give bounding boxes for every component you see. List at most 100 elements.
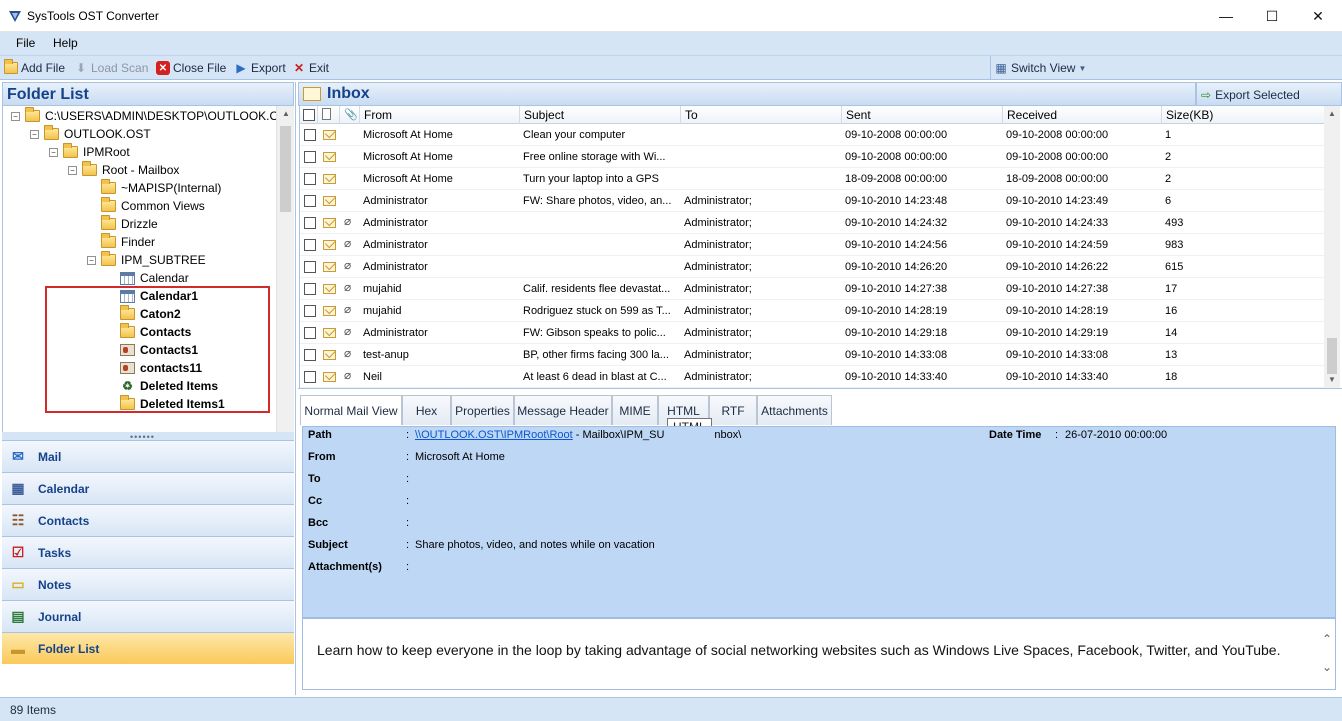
- row-checkbox[interactable]: [304, 173, 316, 185]
- row-checkbox[interactable]: [304, 195, 316, 207]
- message-row[interactable]: ⌀ Administrator Administrator; 09-10-2010 1…: [300, 234, 1325, 256]
- row-checkbox[interactable]: [304, 261, 316, 273]
- row-checkbox[interactable]: [304, 327, 316, 339]
- body-scroll-up-icon[interactable]: ⌃: [1318, 632, 1336, 646]
- select-all-checkbox-col[interactable]: [300, 106, 318, 124]
- tree-node[interactable]: ~MAPISP(Internal): [101, 179, 221, 197]
- tree-scroll-thumb[interactable]: [280, 126, 291, 212]
- exit-button[interactable]: ✕ Exit: [292, 60, 329, 76]
- switch-view-label: Switch View: [1011, 61, 1076, 75]
- maximize-button[interactable]: ☐: [1249, 0, 1295, 32]
- message-row[interactable]: ⌀ Administrator Administrator; 09-10-2010 1…: [300, 256, 1325, 278]
- cell-subject: [520, 234, 681, 256]
- message-row[interactable]: ⌀ Administrator Administrator; 09-10-2010 1…: [300, 212, 1325, 234]
- scroll-up-icon[interactable]: ▲: [277, 106, 295, 122]
- message-row[interactable]: Administrator FW: Share photos, video, an…: [300, 190, 1325, 212]
- pane-splitter[interactable]: ••••••: [2, 432, 294, 442]
- nav-mail[interactable]: ✉ Mail: [2, 440, 294, 472]
- row-checkbox[interactable]: [304, 151, 316, 163]
- item-type-icon-col[interactable]: [318, 106, 340, 124]
- tree-node[interactable]: Common Views: [101, 197, 205, 215]
- grid-scroll-up-icon[interactable]: ▲: [1324, 106, 1340, 122]
- menu-help[interactable]: Help: [53, 36, 78, 50]
- tree-node[interactable]: Contacts1: [120, 341, 198, 359]
- tab-properties[interactable]: Properties: [451, 395, 514, 425]
- message-row[interactable]: ⌀ Neil At least 6 dead in blast at C... Adm…: [300, 366, 1325, 388]
- tab-rtf[interactable]: RTF: [709, 395, 757, 425]
- path-link[interactable]: \\OUTLOOK.OST\IPMRoot\Root: [415, 429, 573, 441]
- tab-attachments[interactable]: Attachments: [757, 395, 832, 425]
- close-file-button[interactable]: ✕ Close File: [156, 60, 226, 76]
- row-checkbox[interactable]: [304, 371, 316, 383]
- tree-node[interactable]: Drizzle: [101, 215, 158, 233]
- paperclip-icon: ⌀: [344, 214, 352, 228]
- tree-node[interactable]: − OUTLOOK.OST: [30, 125, 151, 143]
- col-size[interactable]: Size(KB): [1162, 106, 1325, 124]
- export-button[interactable]: ▶ Export: [234, 60, 285, 76]
- collapse-toggle-icon[interactable]: −: [49, 147, 58, 157]
- tree-node[interactable]: ♻ Deleted Items: [120, 377, 218, 395]
- collapse-toggle-icon[interactable]: −: [68, 165, 77, 175]
- minimize-button[interactable]: —: [1203, 0, 1249, 32]
- menu-file[interactable]: File: [16, 36, 35, 50]
- message-row[interactable]: ⌀ test-anup BP, other firms facing 300 la.…: [300, 344, 1325, 366]
- nav-folder-list[interactable]: ▬ Folder List: [2, 632, 294, 664]
- switch-view-button[interactable]: ▦ Switch View ▼: [994, 60, 1086, 76]
- message-row[interactable]: ⌀ Administrator FW: Gibson speaks to polic…: [300, 322, 1325, 344]
- paperclip-icon: ⌀: [344, 324, 352, 338]
- body-scrollbar[interactable]: ⌃ ⌄: [1318, 632, 1336, 678]
- tree-node[interactable]: Calendar: [120, 269, 189, 287]
- tree-node[interactable]: − IPM_SUBTREE: [87, 251, 206, 269]
- envelope-icon: [323, 130, 336, 140]
- add-file-button[interactable]: Add File: [4, 59, 65, 76]
- nav-notes[interactable]: ▭ Notes: [2, 568, 294, 600]
- tree-node[interactable]: Contacts: [120, 323, 191, 341]
- tree-node[interactable]: Finder: [101, 233, 155, 251]
- row-checkbox[interactable]: [304, 283, 316, 295]
- message-row[interactable]: ⌀ mujahid Rodriguez stuck on 599 as T... Ad…: [300, 300, 1325, 322]
- col-to[interactable]: To: [681, 106, 842, 124]
- tree-node[interactable]: Calendar1: [120, 287, 198, 305]
- export-selected-button[interactable]: ⇨ Export Selected: [1201, 86, 1300, 104]
- collapse-toggle-icon[interactable]: −: [87, 255, 96, 265]
- grid-vertical-scrollbar[interactable]: ▲ ▼: [1324, 106, 1340, 388]
- close-window-button[interactable]: ✕: [1295, 0, 1341, 32]
- col-received[interactable]: Received: [1003, 106, 1162, 124]
- tree-node[interactable]: − C:\USERS\ADMIN\DESKTOP\OUTLOOK.OST: [11, 107, 294, 125]
- col-from[interactable]: From: [360, 106, 520, 124]
- body-scroll-down-icon[interactable]: ⌄: [1318, 660, 1336, 674]
- tree-node[interactable]: contacts11: [120, 359, 202, 377]
- tree-node-label: Deleted Items1: [140, 397, 225, 411]
- nav-journal[interactable]: ▤ Journal: [2, 600, 294, 632]
- nav-contacts[interactable]: ☷ Contacts: [2, 504, 294, 536]
- load-scan-button[interactable]: ⬇ Load Scan: [74, 60, 148, 76]
- collapse-toggle-icon[interactable]: −: [30, 129, 39, 139]
- nav-tasks[interactable]: ☑ Tasks: [2, 536, 294, 568]
- tree-node[interactable]: Deleted Items1: [120, 395, 225, 413]
- cell-sent: 09-10-2008 00:00:00: [845, 151, 948, 163]
- message-row[interactable]: ⌀ mujahid Calif. residents flee devastat..…: [300, 278, 1325, 300]
- message-row[interactable]: Microsoft At Home Turn your laptop into a…: [300, 168, 1325, 190]
- collapse-toggle-icon[interactable]: −: [11, 111, 20, 121]
- tab-hex[interactable]: Hex: [402, 395, 451, 425]
- col-subject[interactable]: Subject: [520, 106, 681, 124]
- message-row[interactable]: Microsoft At Home Clean your computer 09-1…: [300, 124, 1325, 146]
- row-checkbox[interactable]: [304, 129, 316, 141]
- row-checkbox[interactable]: [304, 239, 316, 251]
- row-checkbox[interactable]: [304, 349, 316, 361]
- envelope-icon: [323, 350, 336, 360]
- tree-node[interactable]: Caton2: [120, 305, 181, 323]
- tree-node[interactable]: − Root - Mailbox: [68, 161, 179, 179]
- tab-mime[interactable]: MIME: [612, 395, 658, 425]
- grid-scroll-down-icon[interactable]: ▼: [1324, 372, 1340, 388]
- tab-normal-mail-view[interactable]: Normal Mail View: [300, 395, 402, 425]
- tab-message-header[interactable]: Message Header: [514, 395, 612, 425]
- attachment-col[interactable]: 📎: [340, 106, 360, 124]
- message-row[interactable]: Microsoft At Home Free online storage wit…: [300, 146, 1325, 168]
- row-checkbox[interactable]: [304, 305, 316, 317]
- grid-scroll-thumb[interactable]: [1327, 338, 1337, 374]
- nav-calendar[interactable]: ▦ Calendar: [2, 472, 294, 504]
- tree-node[interactable]: − IPMRoot: [49, 143, 130, 161]
- col-sent[interactable]: Sent: [842, 106, 1003, 124]
- row-checkbox[interactable]: [304, 217, 316, 229]
